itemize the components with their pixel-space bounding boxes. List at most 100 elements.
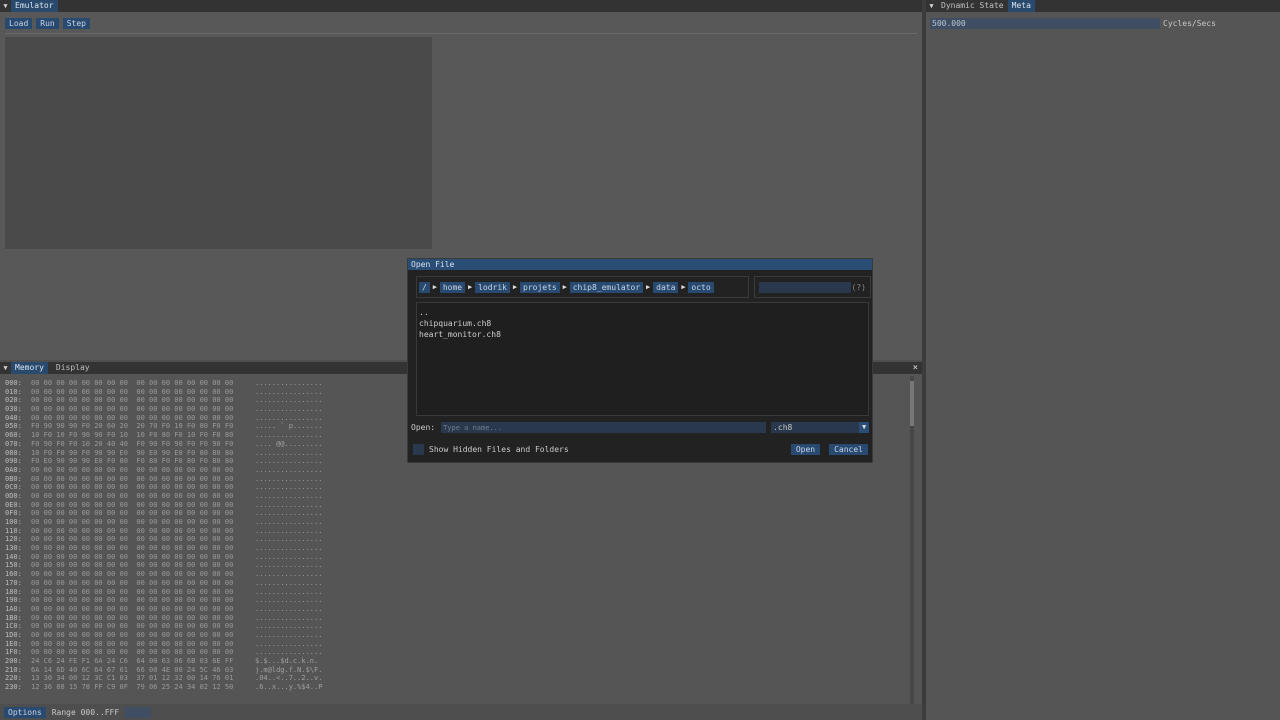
tab-memory[interactable]: Memory	[11, 362, 48, 374]
search-input[interactable]	[759, 282, 851, 293]
load-button[interactable]: Load	[5, 18, 33, 29]
collapse-triangle-icon[interactable]: ▼	[0, 2, 11, 10]
memory-bytes[interactable]: 00 00 00 00 00 00 00 00 00 00 00 00 00 0…	[31, 614, 255, 623]
memory-bytes[interactable]: 10 F0 10 F0 90 90 F0 10 10 F0 80 F0 10 F…	[31, 431, 255, 440]
filename-input[interactable]	[441, 422, 767, 433]
breadcrumb-data[interactable]: data	[653, 281, 679, 293]
memory-bytes[interactable]: 00 00 00 00 00 00 00 00 00 00 00 00 00 0…	[31, 579, 255, 588]
emulator-titlebar[interactable]: ▼ Emulator	[0, 0, 922, 12]
memory-address: 180:	[5, 587, 22, 596]
memory-bytes[interactable]: 00 00 00 00 00 00 00 00 00 00 00 00 00 0…	[31, 518, 255, 527]
memory-bytes[interactable]: 00 00 00 00 00 00 00 00 00 00 00 00 00 0…	[31, 631, 255, 640]
collapse-triangle-icon[interactable]: ▼	[0, 364, 11, 372]
memory-bytes[interactable]: 00 00 00 00 00 00 00 00 00 00 00 00 00 0…	[31, 588, 255, 597]
close-icon[interactable]: ×	[913, 362, 918, 374]
file-item[interactable]: heart_monitor.ch8	[419, 329, 868, 340]
options-button[interactable]: Options	[4, 706, 46, 718]
memory-bytes[interactable]: 00 00 00 00 00 00 00 00 00 00 00 00 00 0…	[31, 527, 255, 536]
scrollbar-thumb[interactable]	[910, 381, 914, 426]
memory-row: 1C0: 00 00 00 00 00 00 00 00 00 00 00 00 …	[5, 622, 322, 631]
memory-row: 0E0: 00 00 00 00 00 00 00 00 00 00 00 00 …	[5, 501, 322, 510]
memory-scrollbar[interactable]	[910, 376, 914, 706]
memory-ascii: ................	[255, 526, 323, 535]
memory-bytes[interactable]: 00 00 00 00 00 00 00 00 00 00 00 00 00 0…	[31, 509, 255, 518]
breadcrumb-octo[interactable]: octo	[688, 281, 714, 293]
memory-bytes[interactable]: 00 00 00 00 00 00 00 00 00 00 00 00 00 0…	[31, 570, 255, 579]
memory-bytes[interactable]: 00 00 00 00 00 00 00 00 00 00 00 00 00 0…	[31, 414, 255, 423]
step-button[interactable]: Step	[62, 18, 90, 29]
memory-row: 0B0: 00 00 00 00 00 00 00 00 00 00 00 00 …	[5, 475, 322, 484]
cancel-button[interactable]: Cancel	[829, 444, 868, 455]
open-button[interactable]: Open	[790, 444, 821, 455]
memory-bytes[interactable]: 6A 14 6D 40 6C 64 67 01 66 00 4E 00 24 5…	[31, 666, 255, 675]
memory-bytes[interactable]: 00 00 00 00 00 00 00 00 00 00 00 00 00 0…	[31, 640, 255, 649]
memory-bytes[interactable]: 00 00 00 00 00 00 00 00 00 00 00 00 00 0…	[31, 388, 255, 397]
tab-meta[interactable]: Meta	[1007, 0, 1035, 12]
tab-display[interactable]: Display	[52, 362, 94, 374]
memory-ascii: ................	[255, 596, 323, 605]
memory-bytes[interactable]: 12 36 88 15 78 FF C9 0F 79 06 25 24 34 0…	[31, 683, 255, 692]
run-button[interactable]: Run	[36, 18, 59, 29]
emulator-title: Emulator	[11, 0, 58, 12]
breadcrumb-home[interactable]: home	[439, 281, 466, 293]
memory-ascii: ................	[255, 604, 323, 613]
memory-bytes[interactable]: 00 00 00 00 00 00 00 00 00 00 00 00 00 0…	[31, 501, 255, 510]
breadcrumb-lodrik[interactable]: lodrik	[475, 281, 510, 293]
memory-bytes[interactable]: 00 00 00 00 00 00 00 00 00 00 00 00 00 0…	[31, 596, 255, 605]
memory-footer: Options Range 000..FFF	[0, 704, 922, 720]
memory-bytes[interactable]: 00 00 00 00 00 00 00 00 00 00 00 00 00 0…	[31, 466, 255, 475]
memory-bytes[interactable]: 24 C6 24 FE F1 6A 24 C6 64 00 63 06 6B 0…	[31, 657, 255, 666]
memory-row: 210: 6A 14 6D 40 6C 64 67 01 66 00 4E 00 …	[5, 666, 322, 675]
memory-ascii: ................	[255, 457, 323, 466]
memory-bytes[interactable]: 00 00 00 00 00 00 00 00 00 00 00 00 00 0…	[31, 648, 255, 657]
memory-row: 180: 00 00 00 00 00 00 00 00 00 00 00 00 …	[5, 588, 322, 597]
memory-row: 040: 00 00 00 00 00 00 00 00 00 00 00 00 …	[5, 414, 322, 423]
help-marker[interactable]: (?)	[852, 282, 866, 293]
memory-row: 190: 00 00 00 00 00 00 00 00 00 00 00 00 …	[5, 596, 322, 605]
memory-bytes[interactable]: 00 00 00 00 00 00 00 00 00 00 00 00 00 0…	[31, 379, 255, 388]
memory-bytes[interactable]: F0 90 90 90 F0 20 60 20 20 70 F0 10 F0 8…	[31, 422, 255, 431]
memory-address: 110:	[5, 526, 22, 535]
memory-bytes[interactable]: 00 00 00 00 00 00 00 00 00 00 00 00 00 0…	[31, 544, 255, 553]
memory-row: 120: 00 00 00 00 00 00 00 00 00 00 00 00 …	[5, 535, 322, 544]
memory-address: 210:	[5, 665, 22, 674]
cycles-input[interactable]: 500.000	[930, 18, 1160, 29]
memory-hex-view[interactable]: 000: 00 00 00 00 00 00 00 00 00 00 00 00 …	[5, 379, 322, 692]
memory-bytes[interactable]: 00 00 00 00 00 00 00 00 00 00 00 00 00 0…	[31, 553, 255, 562]
memory-bytes[interactable]: 00 00 00 00 00 00 00 00 00 00 00 00 00 0…	[31, 475, 255, 484]
memory-bytes[interactable]: 10 F0 F0 90 F0 90 90 E0 90 E0 90 E0 F0 8…	[31, 449, 255, 458]
breadcrumb-chip8-emulator[interactable]: chip8_emulator	[569, 281, 644, 293]
memory-bytes[interactable]: 13 30 34 00 12 3C C1 03 37 01 12 32 00 1…	[31, 674, 255, 683]
file-item[interactable]: chipquarium.ch8	[419, 318, 868, 329]
memory-bytes[interactable]: F0 90 F0 F0 10 20 40 40 F0 90 F0 90 F0 F…	[31, 440, 255, 449]
memory-address: 140:	[5, 552, 22, 561]
memory-bytes[interactable]: 00 00 00 00 00 00 00 00 00 00 00 00 00 0…	[31, 483, 255, 492]
dynamic-state-titlebar[interactable]: ▼ Dynamic State Meta	[926, 0, 1280, 12]
breadcrumb-root[interactable]: /	[419, 281, 430, 293]
dialog-titlebar[interactable]: Open File	[408, 259, 872, 270]
dropdown-arrow-icon[interactable]: ▼	[859, 422, 870, 433]
show-hidden-row: Show Hidden Files and Folders	[413, 444, 569, 455]
file-item-parent[interactable]: ..	[419, 307, 868, 318]
filter-select[interactable]: .ch8 ▼	[771, 422, 870, 433]
goto-address-input[interactable]	[125, 706, 152, 718]
memory-bytes[interactable]: 00 00 00 00 00 00 00 00 00 00 00 00 00 0…	[31, 405, 255, 414]
memory-bytes[interactable]: 00 00 00 00 00 00 00 00 00 00 00 00 00 0…	[31, 492, 255, 501]
memory-bytes[interactable]: 00 00 00 00 00 00 00 00 00 00 00 00 00 0…	[31, 561, 255, 570]
memory-ascii: ................	[255, 639, 323, 648]
memory-bytes[interactable]: 00 00 00 00 00 00 00 00 00 00 00 00 00 0…	[31, 396, 255, 405]
show-hidden-checkbox[interactable]	[413, 444, 424, 455]
memory-ascii: ................	[255, 448, 323, 457]
memory-address: 000:	[5, 379, 22, 387]
collapse-triangle-icon[interactable]: ▼	[926, 2, 937, 10]
tab-dynamic-state[interactable]: Dynamic State	[937, 0, 1008, 12]
memory-bytes[interactable]: 00 00 00 00 00 00 00 00 00 00 00 00 00 0…	[31, 535, 255, 544]
memory-row: 1A0: 00 00 00 00 00 00 00 00 00 00 00 00 …	[5, 605, 322, 614]
memory-row: 0C0: 00 00 00 00 00 00 00 00 00 00 00 00 …	[5, 483, 322, 492]
memory-address: 0E0:	[5, 500, 22, 509]
memory-ascii: $.$...$d.c.k.n.	[255, 657, 319, 665]
memory-bytes[interactable]: 00 00 00 00 00 00 00 00 00 00 00 00 00 0…	[31, 622, 255, 631]
memory-bytes[interactable]: F0 E0 90 90 90 E0 F0 80 F0 80 F0 F0 80 F…	[31, 457, 255, 466]
memory-bytes[interactable]: 00 00 00 00 00 00 00 00 00 00 00 00 00 0…	[31, 605, 255, 614]
breadcrumb-projets[interactable]: projets	[520, 281, 560, 293]
